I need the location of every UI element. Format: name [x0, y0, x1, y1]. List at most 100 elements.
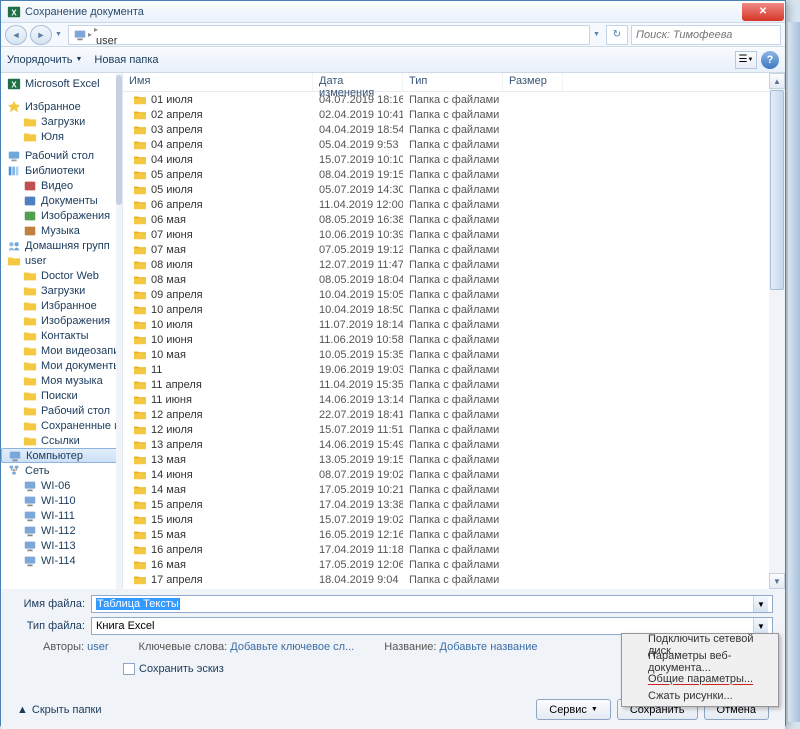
folder-icon: [133, 124, 147, 136]
file-row[interactable]: 1119.06.2019 19:03Папка с файлами: [123, 362, 785, 377]
file-row[interactable]: 04 апреля05.04.2019 9:53Папка с файлами: [123, 137, 785, 152]
view-mode-button[interactable]: ☰▼: [735, 51, 757, 69]
file-row[interactable]: 07 июня10.06.2019 10:39Папка с файлами: [123, 227, 785, 242]
breadcrumb-drop[interactable]: ▼: [593, 31, 603, 38]
sidebar-item-libraries[interactable]: Библиотеки: [1, 163, 122, 178]
sidebar-item[interactable]: Юля: [1, 129, 122, 144]
sidebar-item[interactable]: Изображения: [1, 208, 122, 223]
file-row[interactable]: 16 мая17.05.2019 12:06Папка с файлами: [123, 557, 785, 572]
sidebar-item[interactable]: Загрузки: [1, 283, 122, 298]
search-input[interactable]: [631, 25, 781, 45]
file-row[interactable]: 06 апреля11.04.2019 12:00Папка с файлами: [123, 197, 785, 212]
sidebar-item-desktop[interactable]: Рабочий стол: [1, 148, 122, 163]
sidebar-item[interactable]: Изображения: [1, 313, 122, 328]
file-row[interactable]: 01 июля04.07.2019 18:16Папка с файлами: [123, 92, 785, 107]
filename-input[interactable]: Таблица Тексты▼: [91, 595, 773, 613]
nav-forward-button[interactable]: ►: [30, 25, 52, 45]
folder-icon: [133, 394, 147, 406]
file-row[interactable]: 15 апреля17.04.2019 13:38Папка с файлами: [123, 497, 785, 512]
sidebar-scrollbar[interactable]: [116, 73, 122, 589]
file-row[interactable]: 05 апреля08.04.2019 19:15Папка с файлами: [123, 167, 785, 182]
file-row[interactable]: 07 мая07.05.2019 19:12Папка с файлами: [123, 242, 785, 257]
sidebar-item[interactable]: Моя музыка: [1, 373, 122, 388]
refresh-button[interactable]: ↻: [606, 25, 628, 45]
sidebar-item-user[interactable]: user: [1, 253, 122, 268]
file-row[interactable]: 10 июня11.06.2019 10:58Папка с файлами: [123, 332, 785, 347]
sidebar-item[interactable]: WI-110: [1, 493, 122, 508]
sidebar-item[interactable]: Избранное: [1, 298, 122, 313]
title-value[interactable]: Добавьте название: [440, 641, 538, 653]
sidebar-item[interactable]: Мои видеозапи: [1, 343, 122, 358]
file-row[interactable]: 03 апреля04.04.2019 18:54Папка с файлами: [123, 122, 785, 137]
file-row[interactable]: 15 мая16.05.2019 12:16Папка с файлами: [123, 527, 785, 542]
file-row[interactable]: 12 апреля22.07.2019 18:41Папка с файлами: [123, 407, 785, 422]
breadcrumb-segment[interactable]: user: [93, 35, 203, 45]
sidebar-item[interactable]: Видео: [1, 178, 122, 193]
sidebar-item-excel[interactable]: X Microsoft Excel: [1, 76, 122, 91]
tools-button[interactable]: Сервис ▼: [536, 699, 611, 720]
sidebar-item[interactable]: Поиски: [1, 388, 122, 403]
file-row[interactable]: 11 апреля11.04.2019 15:35Папка с файлами: [123, 377, 785, 392]
library-item-icon: [23, 209, 37, 223]
chevron-down-icon[interactable]: ▼: [753, 596, 768, 612]
help-button[interactable]: ?: [761, 51, 779, 69]
file-row[interactable]: 16 апреля17.04.2019 11:18Папка с файлами: [123, 542, 785, 557]
sidebar-item[interactable]: Контакты: [1, 328, 122, 343]
breadcrumb[interactable]: ▸ Компьютер▸Локальный диск (C:)▸Пользова…: [68, 25, 590, 45]
file-scrollbar[interactable]: ▲ ▼: [769, 73, 785, 589]
file-row[interactable]: 06 мая08.05.2019 16:38Папка с файлами: [123, 212, 785, 227]
col-name[interactable]: Имя: [123, 73, 313, 91]
file-row[interactable]: 15 июля15.07.2019 19:02Папка с файлами: [123, 512, 785, 527]
keywords-value[interactable]: Добавьте ключевое сл...: [230, 641, 354, 653]
sidebar-item[interactable]: WI-113: [1, 538, 122, 553]
nav-back-button[interactable]: ◄: [5, 25, 27, 45]
folder-icon: [23, 314, 37, 328]
new-folder-button[interactable]: Новая папка: [94, 54, 158, 66]
file-row[interactable]: 14 июня08.07.2019 19:02Папка с файлами: [123, 467, 785, 482]
sidebar-item-homegroup[interactable]: Домашняя групп: [1, 238, 122, 253]
sidebar-item[interactable]: WI-06: [1, 478, 122, 493]
sidebar-item[interactable]: Загрузки: [1, 114, 122, 129]
file-row[interactable]: 08 июля12.07.2019 11:47Папка с файлами: [123, 257, 785, 272]
folder-icon: [133, 529, 147, 541]
sidebar-item[interactable]: Ссылки: [1, 433, 122, 448]
nav-history-drop[interactable]: ▼: [55, 31, 65, 38]
sidebar-item[interactable]: Doctor Web: [1, 268, 122, 283]
file-row[interactable]: 10 июля11.07.2019 18:14Папка с файлами: [123, 317, 785, 332]
file-row[interactable]: 11 июня14.06.2019 13:14Папка с файлами: [123, 392, 785, 407]
sidebar-item[interactable]: Рабочий стол: [1, 403, 122, 418]
sidebar-item[interactable]: Сохраненные и: [1, 418, 122, 433]
folder-icon: [133, 109, 147, 121]
file-row[interactable]: 02 апреля02.04.2019 10:41Папка с файлами: [123, 107, 785, 122]
file-row[interactable]: 10 мая10.05.2019 15:35Папка с файлами: [123, 347, 785, 362]
organize-button[interactable]: Упорядочить ▼: [7, 54, 82, 66]
sidebar-item[interactable]: WI-111: [1, 508, 122, 523]
col-date[interactable]: Дата изменения: [313, 73, 403, 91]
ctx-compress-pictures[interactable]: Сжать рисунки...: [624, 687, 776, 704]
file-row[interactable]: 10 апреля10.04.2019 18:50Папка с файлами: [123, 302, 785, 317]
sidebar-item[interactable]: WI-114: [1, 553, 122, 568]
close-button[interactable]: ✕: [742, 3, 784, 21]
file-row[interactable]: 12 июля15.07.2019 11:51Папка с файлами: [123, 422, 785, 437]
sidebar-item[interactable]: Музыка: [1, 223, 122, 238]
sidebar-item[interactable]: Мои документы: [1, 358, 122, 373]
ctx-web-options[interactable]: Параметры веб-документа...: [624, 653, 776, 670]
sidebar-item-favorites[interactable]: Избранное: [1, 99, 122, 114]
file-row[interactable]: 17 апреля18.04.2019 9:04Папка с файлами: [123, 572, 785, 587]
col-size[interactable]: Размер: [503, 73, 563, 91]
file-row[interactable]: 13 мая13.05.2019 19:15Папка с файлами: [123, 452, 785, 467]
file-row[interactable]: 04 июля15.07.2019 10:10Папка с файлами: [123, 152, 785, 167]
file-row[interactable]: 08 мая08.05.2019 18:04Папка с файлами: [123, 272, 785, 287]
toolbar: Упорядочить ▼ Новая папка ☰▼ ?: [1, 47, 785, 73]
file-row[interactable]: 14 мая17.05.2019 10:21Папка с файлами: [123, 482, 785, 497]
file-row[interactable]: 13 апреля14.06.2019 15:49Папка с файлами: [123, 437, 785, 452]
hide-folders-button[interactable]: ▲ Скрыть папки: [17, 704, 101, 716]
authors-value[interactable]: user: [87, 641, 108, 653]
sidebar-item-computer[interactable]: Компьютер: [1, 448, 122, 463]
file-row[interactable]: 09 апреля10.04.2019 15:05Папка с файлами: [123, 287, 785, 302]
sidebar-item[interactable]: Документы: [1, 193, 122, 208]
col-type[interactable]: Тип: [403, 73, 503, 91]
sidebar-item-network[interactable]: Сеть: [1, 463, 122, 478]
sidebar-item[interactable]: WI-112: [1, 523, 122, 538]
file-row[interactable]: 05 июля05.07.2019 14:30Папка с файлами: [123, 182, 785, 197]
